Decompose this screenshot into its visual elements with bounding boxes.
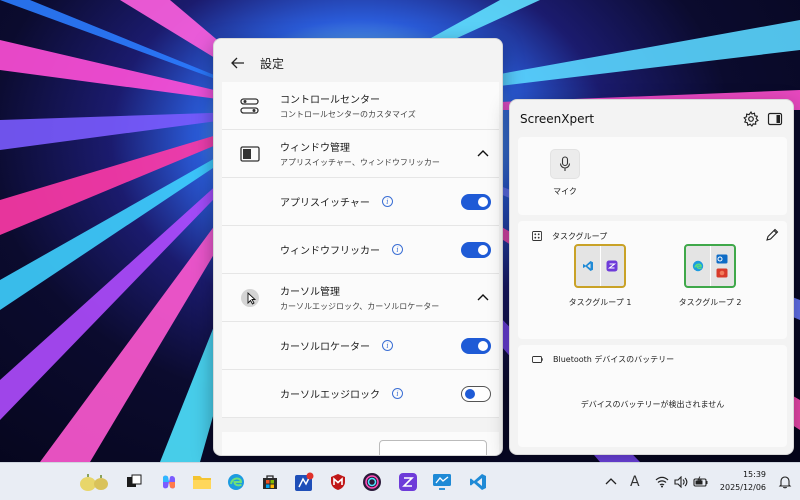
dropdown-field[interactable] xyxy=(379,440,487,455)
app-switcher-row: アプリスイッチャー i xyxy=(222,178,499,226)
battery-icon xyxy=(532,355,543,363)
cursor-management-title: カーソル管理 xyxy=(280,287,340,298)
app-switcher-toggle[interactable] xyxy=(461,193,491,210)
mic-shortcut: マイク xyxy=(548,149,582,197)
control-center-desc: コントロールセンターのカスタマイズ xyxy=(280,110,416,119)
pencil-icon[interactable] xyxy=(765,228,779,242)
settings-panel: 設定 コントロールセンター コントロールセンターのカスタマイズ ウィンドウ管理 … xyxy=(213,38,503,456)
cursor-icon xyxy=(238,286,262,310)
cursor-management-desc: カーソルエッジロック、カーソルロケーター xyxy=(280,302,440,311)
window-management-desc: アプリスイッチャー、ウィンドウフリッカー xyxy=(280,158,440,167)
mic-label: マイク xyxy=(553,187,577,196)
chevron-up-icon[interactable] xyxy=(477,148,489,160)
task-group-card: タスクグループ タスクグループ 1 タスクグループ 2 xyxy=(518,221,787,339)
weather-widget-icon[interactable] xyxy=(74,470,114,494)
cursor-locator-row: カーソルロケーター i xyxy=(222,322,499,370)
toggles-icon xyxy=(238,94,262,118)
control-center-title: コントロールセンター xyxy=(280,95,380,106)
wifi-icon[interactable] xyxy=(655,476,669,488)
screenxpert-title: ScreenXpert xyxy=(520,112,595,126)
no-battery-message: デバイスのバッテリーが検出されません xyxy=(580,400,725,409)
app-switcher-label: アプリスイッチャー xyxy=(280,198,370,209)
cursor-locator-toggle[interactable] xyxy=(461,337,491,354)
grid-icon xyxy=(532,231,542,241)
settings-header: 設定 xyxy=(214,39,502,87)
control-center-item[interactable]: コントロールセンター コントロールセンターのカスタマイズ xyxy=(222,82,499,130)
quick-actions-card: マイク xyxy=(518,137,787,215)
cursor-edge-lock-label: カーソルエッジロック xyxy=(280,390,380,401)
mcafee-icon[interactable] xyxy=(326,470,350,494)
app-icon-notification[interactable] xyxy=(292,470,316,494)
cursor-management-item[interactable]: カーソル管理 カーソルエッジロック、カーソルロケーター xyxy=(222,274,499,322)
settings-title: 設定 xyxy=(260,56,285,71)
screenxpert-taskbar-icon[interactable] xyxy=(396,470,420,494)
taskbar: A 15:39 2025/12/06 xyxy=(0,462,800,500)
app-icon xyxy=(606,260,618,272)
bluetooth-battery-card: Bluetooth デバイスのバッテリー デバイスのバッテリーが検出されません xyxy=(518,345,787,447)
info-icon[interactable]: i xyxy=(392,244,403,255)
window-flicker-label: ウィンドウフリッカー xyxy=(280,246,380,257)
info-icon[interactable]: i xyxy=(392,388,403,399)
cursor-edge-lock-toggle[interactable] xyxy=(461,385,491,402)
window-flicker-toggle[interactable] xyxy=(461,241,491,258)
volume-icon[interactable] xyxy=(674,476,688,488)
task-group-1-tile[interactable] xyxy=(574,244,626,288)
bluetooth-battery-title: Bluetooth デバイスのバッテリー xyxy=(553,354,675,364)
mic-button[interactable] xyxy=(550,149,580,179)
office-icon xyxy=(716,268,728,278)
back-arrow-icon[interactable] xyxy=(228,53,248,73)
battery-charging-icon[interactable] xyxy=(693,476,709,488)
dock-panel-icon[interactable] xyxy=(767,111,783,127)
ime-indicator[interactable]: A xyxy=(630,463,640,500)
edge-icon xyxy=(692,260,703,272)
microphone-icon xyxy=(559,156,571,171)
spiral-app-icon[interactable] xyxy=(360,470,384,494)
next-settings-item[interactable] xyxy=(222,432,499,455)
task-view-icon[interactable] xyxy=(122,470,146,494)
chevron-up-icon[interactable] xyxy=(605,477,617,487)
window-flicker-row: ウィンドウフリッカー i xyxy=(222,226,499,274)
info-icon[interactable]: i xyxy=(381,196,393,207)
window-management-item[interactable]: ウィンドウ管理 アプリスイッチャー、ウィンドウフリッカー xyxy=(222,130,499,178)
vscode-icon xyxy=(582,261,593,271)
window-management-title: ウィンドウ管理 xyxy=(280,143,350,154)
window-layout-icon xyxy=(238,142,262,166)
task-group-1-label: タスクグループ 1 xyxy=(568,298,632,307)
monitor-app-icon[interactable] xyxy=(430,470,454,494)
microsoft-store-icon[interactable] xyxy=(258,470,282,494)
screenxpert-panel: ScreenXpert マイク タスクグループ タスクグループ 1 タスクグルー… xyxy=(509,99,794,455)
task-group-2-tile[interactable] xyxy=(684,244,736,288)
copilot-icon[interactable] xyxy=(157,470,181,494)
edge-browser-icon[interactable] xyxy=(224,470,248,494)
gear-icon[interactable] xyxy=(743,111,759,127)
clock-time: 15:39 xyxy=(742,470,766,479)
task-group-2-label: タスクグループ 2 xyxy=(678,298,742,307)
notification-bell-icon[interactable] xyxy=(778,475,792,489)
screenxpert-header: ScreenXpert xyxy=(510,100,793,138)
cursor-edge-lock-row: カーソルエッジロック i xyxy=(222,370,499,418)
clock-date: 2025/12/06 xyxy=(719,483,766,492)
outlook-icon xyxy=(716,254,728,264)
vscode-taskbar-icon[interactable] xyxy=(466,470,490,494)
cursor-locator-label: カーソルロケーター xyxy=(280,342,370,353)
file-explorer-icon[interactable] xyxy=(190,470,214,494)
taskbar-clock[interactable]: 15:39 2025/12/06 xyxy=(720,468,766,494)
task-group-title: タスクグループ xyxy=(552,231,608,241)
chevron-up-icon[interactable] xyxy=(477,292,489,304)
info-icon[interactable]: i xyxy=(382,340,393,351)
